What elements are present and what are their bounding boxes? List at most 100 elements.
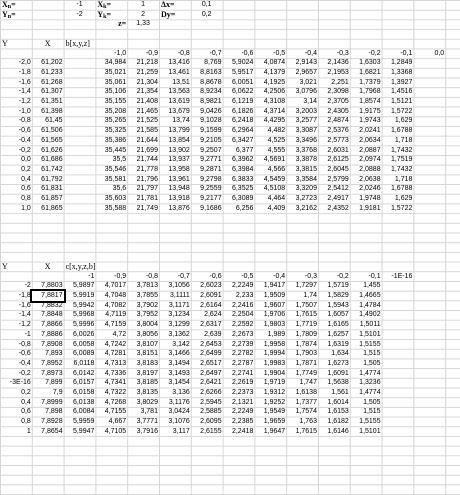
table1-cell[interactable]: 34,984 — [95, 58, 127, 68]
table2-cell[interactable]: 3,1056 — [159, 281, 191, 291]
table2-cell[interactable]: 1,5829 — [318, 291, 350, 301]
table1-cell[interactable]: 1,7519 — [382, 155, 414, 165]
table2-cell[interactable]: 1,7809 — [286, 330, 318, 340]
table1-row-y[interactable]: 0,8 — [0, 194, 32, 204]
table2-row-y[interactable]: 0,8 — [0, 417, 32, 427]
table2-cell[interactable]: 4,7048 — [95, 291, 127, 301]
table1-cell[interactable]: 6,1219 — [223, 97, 255, 107]
table1-cell[interactable]: 1,9743 — [350, 116, 382, 126]
table2-cell[interactable]: 5,9947 — [64, 427, 96, 437]
table2-cell[interactable]: 2,6095 — [191, 417, 223, 427]
table1-cell[interactable]: 1,5722 — [382, 204, 414, 214]
table2-col-header[interactable]: -0,4 — [254, 272, 286, 282]
table1-cell[interactable]: 4,525 — [254, 136, 286, 146]
table1-col-header[interactable]: -0,2 — [350, 49, 382, 59]
table2-cell[interactable]: 6,0089 — [64, 349, 96, 359]
table1-row-x[interactable]: 61,506 — [32, 126, 64, 136]
table1-row-y[interactable]: -0,8 — [0, 116, 32, 126]
table1-cell[interactable]: 35,106 — [95, 87, 127, 97]
table1-cell[interactable]: 1,6303 — [350, 58, 382, 68]
table1-cell[interactable]: 8,9821 — [191, 97, 223, 107]
param-xk-label[interactable]: Xk= — [95, 0, 127, 10]
table1-row-y[interactable]: -1,6 — [0, 78, 32, 88]
table2-cell[interactable]: 4,7341 — [95, 378, 127, 388]
table1-cell[interactable]: 1,8574 — [350, 97, 382, 107]
table2-col-header[interactable]: -0,8 — [127, 272, 159, 282]
table2-cell[interactable]: 3,8197 — [127, 369, 159, 379]
table2-cell[interactable]: 2,6091 — [191, 291, 223, 301]
param-yn-label[interactable]: Yn= — [0, 10, 32, 20]
table2-cell[interactable]: 3,8135 — [127, 388, 159, 398]
table1-cell[interactable]: 35,546 — [95, 165, 127, 175]
table1-cell[interactable]: 35,061 — [95, 78, 127, 88]
table1-cell[interactable]: 4,3714 — [254, 107, 286, 117]
table1-cell[interactable]: 13,876 — [159, 204, 191, 214]
table2-cell[interactable]: 3,781 — [127, 407, 159, 417]
table1-cell[interactable]: 1,7379 — [350, 78, 382, 88]
table2-cell[interactable]: 2,2782 — [223, 349, 255, 359]
table2-cell[interactable]: 1,9509 — [254, 291, 286, 301]
table2-cell[interactable]: 1,763 — [286, 417, 318, 427]
table2-row-x[interactable]: 7,893 — [32, 349, 64, 359]
table2-cell[interactable]: 1,5101 — [350, 330, 382, 340]
table1-col-header[interactable]: -0,9 — [127, 49, 159, 59]
table2-cell[interactable]: 2,624 — [191, 310, 223, 320]
table1-cell[interactable]: 35,5 — [95, 155, 127, 165]
table1-cell[interactable]: 21,744 — [127, 155, 159, 165]
table1-header-x[interactable]: X — [32, 39, 64, 49]
table2-row-x[interactable]: 7,8654 — [32, 427, 64, 437]
table2-row-x[interactable]: 7,8928 — [32, 417, 64, 427]
table2-cell[interactable]: 1,7871 — [286, 359, 318, 369]
table2-cell[interactable]: 1,455 — [350, 281, 382, 291]
table1-cell[interactable]: 6,1826 — [223, 107, 255, 117]
table2-row-y[interactable]: -1,4 — [0, 310, 32, 320]
table1-cell[interactable]: 1,3927 — [382, 78, 414, 88]
table2-row-x[interactable]: 7,8848 — [32, 310, 64, 320]
table1-row-y[interactable]: 1,0 — [0, 204, 32, 214]
table1-cell[interactable]: 2,5376 — [318, 126, 350, 136]
table2-cell[interactable]: 2,1321 — [223, 398, 255, 408]
table2-cell[interactable]: 3,142 — [159, 340, 191, 350]
table2-cell[interactable]: 1,7377 — [286, 398, 318, 408]
table2-cell[interactable]: 1,9719 — [254, 378, 286, 388]
table1-cell[interactable]: 6,3833 — [223, 175, 255, 185]
table2-cell[interactable]: 2,2416 — [223, 301, 255, 311]
table2-cell[interactable]: 1,747 — [286, 378, 318, 388]
table1-cell[interactable]: 9,2507 — [191, 146, 223, 156]
table2-row-y[interactable]: -3E-16 — [0, 378, 32, 388]
table2-cell[interactable]: 2,2673 — [223, 330, 255, 340]
table1-row-x[interactable]: 61,233 — [32, 68, 64, 78]
table1-col-header[interactable]: -0,1 — [382, 49, 414, 59]
table2-cell[interactable]: 1,7507 — [286, 301, 318, 311]
table2-cell[interactable]: 2,2249 — [223, 281, 255, 291]
table2-cell[interactable]: 1,9958 — [254, 340, 286, 350]
table2-cell[interactable]: 5,9919 — [64, 291, 96, 301]
table2-cell[interactable]: 6,0158 — [64, 388, 96, 398]
table2-col-header[interactable]: -1 — [64, 272, 96, 282]
table1-cell[interactable]: 13,958 — [159, 165, 191, 175]
table1-cell[interactable]: 3,021 — [286, 78, 318, 88]
table1-cell[interactable]: 4,566 — [254, 165, 286, 175]
table1-col-header[interactable]: -0,5 — [254, 49, 286, 59]
table1-col-header[interactable]: 0,0 — [413, 49, 445, 59]
table1-row-x[interactable]: 61,565 — [32, 136, 64, 146]
table1-cell[interactable]: 3,3209 — [286, 184, 318, 194]
table2-cell[interactable]: 2,2787 — [223, 359, 255, 369]
table1-cell[interactable]: 1,2849 — [382, 58, 414, 68]
table2-cell[interactable]: 1,6273 — [318, 359, 350, 369]
table2-row-y[interactable]: 0,2 — [0, 388, 32, 398]
table2-cell[interactable]: 2,233 — [223, 291, 255, 301]
table2-row-y[interactable]: 0,6 — [0, 407, 32, 417]
table1-cell[interactable]: 9,2798 — [191, 175, 223, 185]
table1-cell[interactable]: 6,3984 — [223, 165, 255, 175]
table2-cell[interactable]: 2,2619 — [223, 378, 255, 388]
table2-cell[interactable]: 1,7615 — [286, 310, 318, 320]
table2-cell[interactable]: 3,1299 — [159, 320, 191, 330]
table1-cell[interactable]: 1,718 — [382, 175, 414, 185]
table1-cell[interactable]: 2,0888 — [350, 165, 382, 175]
table2-cell[interactable]: 1,6091 — [318, 369, 350, 379]
table2-cell[interactable]: 1,7574 — [286, 407, 318, 417]
table1-cell[interactable]: 8,8163 — [191, 68, 223, 78]
table1-cell[interactable]: 13,799 — [159, 126, 191, 136]
param-yk-value[interactable]: 2 — [127, 10, 159, 20]
